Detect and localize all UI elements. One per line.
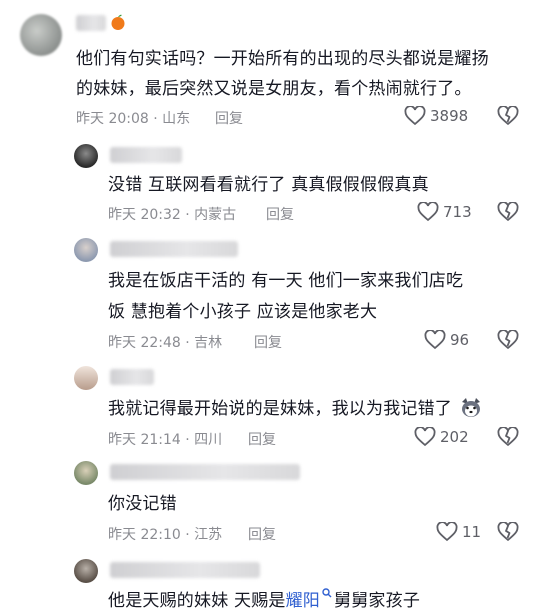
heart-outline-icon	[424, 330, 446, 350]
comment-text: 他们有句实话吗？一开始所有的出现的尽头都说是耀扬	[76, 49, 489, 69]
comment-text: 的妹妹，最后突然又说是女朋友，看个热闹就行了。	[76, 79, 472, 99]
like-button[interactable]: 3898	[404, 106, 468, 126]
dislike-heart-icon[interactable]	[497, 330, 519, 350]
username[interactable]	[110, 241, 238, 257]
heart-outline-icon	[417, 202, 439, 222]
comment-location: 山东	[162, 111, 191, 127]
comment-meta: 昨天 20:08 · 山东	[76, 111, 191, 127]
username[interactable]	[110, 369, 154, 385]
avatar[interactable]	[74, 238, 98, 262]
username[interactable]	[110, 562, 260, 578]
comment-text: 你没记错	[108, 494, 177, 514]
reply-button[interactable]: 回复	[248, 524, 276, 544]
like-button[interactable]: 202	[414, 427, 469, 447]
like-count: 202	[440, 428, 469, 446]
comment-text: 饭 慧抱着个小孩子 应该是他家老大	[108, 302, 378, 322]
heart-outline-icon	[404, 106, 426, 126]
search-icon[interactable]	[322, 588, 332, 598]
avatar[interactable]	[74, 461, 98, 485]
comment-text: 他是天赐的妹妹 天赐是耀阳 舅舅家孩子	[108, 586, 420, 616]
dislike-heart-icon[interactable]	[497, 106, 519, 126]
comment-location: 吉林	[194, 335, 223, 351]
like-count: 11	[462, 523, 482, 541]
search-keyword-link[interactable]: 耀阳	[286, 591, 320, 611]
comment-time: 昨天 20:32	[108, 207, 181, 223]
reply-item: 我是在饭店干活的 有一天 他们一家来我们店吃 饭 慧抱着个小孩子 应该是他家老大…	[0, 230, 533, 360]
avatar[interactable]	[20, 14, 62, 56]
comment-meta: 昨天 20:32 · 内蒙古	[108, 207, 237, 223]
comment-time: 昨天 22:48	[108, 335, 181, 351]
reply-button[interactable]: 回复	[266, 204, 294, 224]
like-button[interactable]: 96	[424, 330, 469, 350]
comment-text: 我就记得最开始说的是妹妹，我以为我记错了	[108, 394, 482, 424]
comment-meta: 昨天 22:10 · 江苏	[108, 527, 223, 543]
username[interactable]	[110, 464, 300, 480]
avatar[interactable]	[74, 559, 98, 583]
like-button[interactable]: 713	[417, 202, 472, 222]
comment-time: 昨天 20:08	[76, 111, 149, 127]
comment-text: 没错 互联网看看就行了 真真假假假假真真	[108, 175, 429, 195]
husky-emoji-icon	[460, 398, 482, 418]
reply-button[interactable]: 回复	[254, 332, 282, 352]
like-count: 3898	[430, 107, 469, 125]
comment-location: 内蒙古	[194, 207, 237, 223]
dislike-heart-icon[interactable]	[497, 522, 519, 542]
comment-item: 他们有句实话吗？一开始所有的出现的尽头都说是耀扬 的妹妹，最后突然又说是女朋友，…	[0, 0, 533, 130]
comment-meta: 昨天 22:48 · 吉林	[108, 335, 223, 351]
comment-time: 昨天 22:10	[108, 527, 181, 543]
reply-button[interactable]: 回复	[215, 108, 243, 128]
like-count: 96	[450, 331, 470, 349]
like-button[interactable]: 11	[436, 522, 481, 542]
reply-item: 他是天赐的妹妹 天赐是耀阳 舅舅家孩子	[0, 555, 533, 611]
comment-time: 昨天 21:14	[108, 432, 181, 448]
orange-badge-icon	[110, 13, 126, 31]
comment-text: 我是在饭店干活的 有一天 他们一家来我们店吃	[108, 271, 464, 291]
comment-meta: 昨天 21:14 · 四川	[108, 432, 223, 448]
reply-button[interactable]: 回复	[248, 429, 276, 449]
heart-outline-icon	[436, 522, 458, 542]
reply-item: 没错 互联网看看就行了 真真假假假假真真 昨天 20:32 · 内蒙古 回复 7…	[0, 135, 533, 230]
heart-outline-icon	[414, 427, 436, 447]
reply-item: 我就记得最开始说的是妹妹，我以为我记错了 昨天 21:14 · 四川 回复 20…	[0, 360, 533, 455]
dislike-heart-icon[interactable]	[497, 427, 519, 447]
username[interactable]	[110, 147, 182, 163]
like-count: 713	[443, 203, 472, 221]
username[interactable]	[76, 15, 106, 31]
comment-location: 四川	[194, 432, 223, 448]
reply-item: 你没记错 昨天 22:10 · 江苏 回复 11	[0, 455, 533, 555]
avatar[interactable]	[74, 366, 98, 390]
avatar[interactable]	[74, 144, 98, 168]
comment-location: 江苏	[194, 527, 223, 543]
dislike-heart-icon[interactable]	[497, 202, 519, 222]
